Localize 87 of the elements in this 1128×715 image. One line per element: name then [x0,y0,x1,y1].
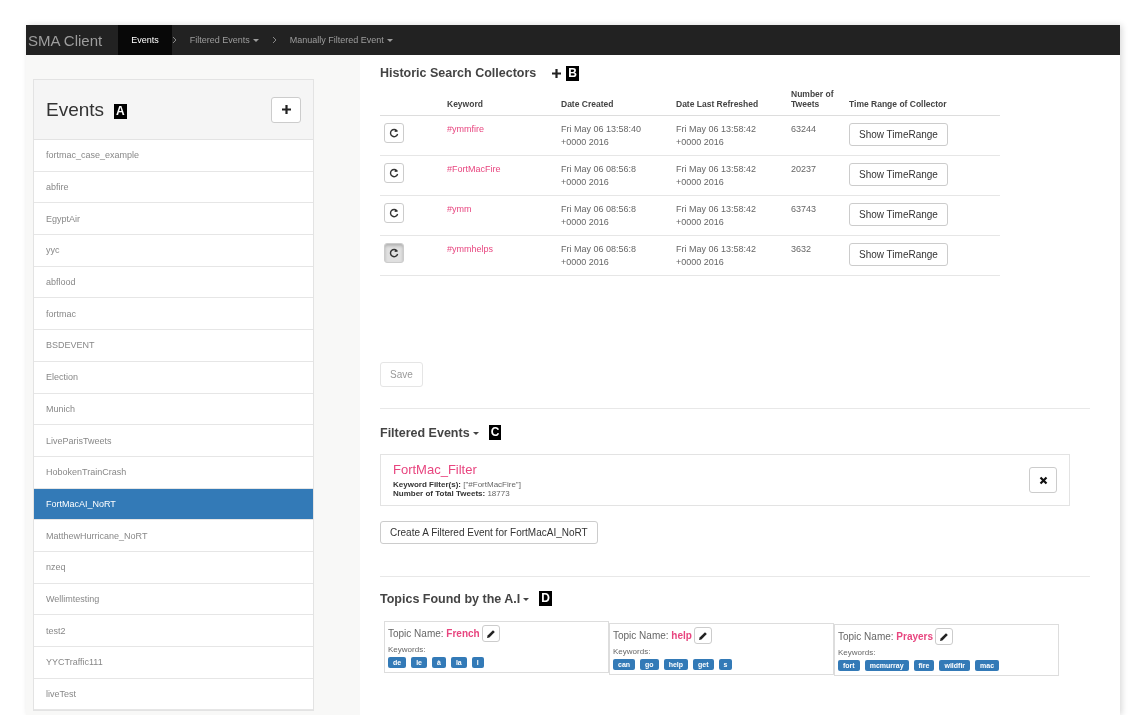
event-list-item[interactable]: fortmac [34,298,313,331]
table-cell-text: Fri May 06 13:58:40 +0000 2016 [561,123,643,149]
event-list-item[interactable]: abfire [34,171,313,204]
event-list-item[interactable]: nzeq [34,551,313,584]
keywords-label: Keywords: [838,648,877,657]
nav-tab[interactable]: Filtered Events [176,25,272,55]
plus-icon [280,104,292,115]
table-cell-text: Fri May 06 08:56:8 +0000 2016 [561,203,638,229]
keyword-link[interactable]: #ymm [447,204,472,214]
table-cell-text: Fri May 06 13:58:42 +0000 2016 [676,203,758,229]
close-icon [1038,475,1048,485]
section-title: Historic Search Collectors [380,66,537,80]
event-list-item[interactable]: yyc [34,235,313,267]
annotation-label: D [539,591,552,606]
keyword-link[interactable]: #ymmfire [447,124,484,134]
column-header: Keyword [447,99,483,109]
refresh-button[interactable] [384,123,404,143]
event-list-item[interactable]: liveTest [34,678,313,711]
refresh-icon [389,208,399,218]
column-header: Number of Tweets [791,89,834,109]
keywords-label: Keywords: [613,647,652,656]
table-cell: 63244 [791,124,817,134]
add-event-button[interactable] [271,96,301,123]
create-filtered-event-button[interactable]: Create A Filtered Event for FortMacAI_NoRT [380,521,598,544]
total-tweets-text: Number of Total Tweets: 18773 [393,489,511,498]
close-button[interactable] [1029,467,1057,493]
nav-tab[interactable]: Manually Filtered Event [276,25,406,55]
event-list-item[interactable]: test2 [34,615,313,647]
event-list-item[interactable]: HobokenTrainCrash [34,456,313,489]
show-timerange-button[interactable]: Show TimeRange [849,163,948,186]
event-list-item[interactable]: Wellimtesting [34,583,313,616]
event-list-item[interactable]: Election [34,361,313,394]
edit-button[interactable] [481,625,500,642]
plus-icon [550,67,562,79]
event-list-item[interactable]: abflood [34,266,313,299]
event-list-item[interactable]: MatthewHurricane_NoRT [34,520,313,552]
table-cell-text: Fri May 06 13:58:42 +0000 2016 [676,243,758,269]
refresh-button[interactable] [384,203,404,223]
annotation-label: B [566,65,579,81]
column-header: Date Last Refreshed [676,99,759,109]
event-list-item[interactable]: FortMacAI_NoRT [34,488,313,521]
save-button[interactable]: Save [380,362,423,387]
section-title[interactable]: Filtered Events [380,425,479,440]
panel-title: Events [46,98,105,120]
pencil-icon [697,630,708,641]
keyword-filter-text: Keyword Filter(s): ["#FortMacFire"] [393,480,521,489]
table-cell: 20237 [791,164,817,174]
table-cell-text: Fri May 06 13:58:42 +0000 2016 [676,163,758,189]
keywords-label: Keywords: [388,645,427,654]
keyword-link[interactable]: #FortMacFire [447,164,501,174]
table-cell-text: Fri May 06 13:58:42 +0000 2016 [676,123,758,149]
column-header: Date Created [561,99,614,109]
table-cell-text: Fri May 06 08:56:8 +0000 2016 [561,163,638,189]
keyword-link[interactable]: #ymmhelps [447,244,493,254]
event-list-item[interactable]: fortmac_case_example [34,140,313,172]
refresh-icon [389,168,399,178]
app-brand[interactable]: SMA Client [26,25,119,55]
section-title[interactable]: Topics Found by the A.I [380,591,530,606]
pencil-icon [485,628,496,639]
event-list-item[interactable]: Munich [34,393,313,426]
column-header: Time Range of Collector [849,99,947,109]
show-timerange-button[interactable]: Show TimeRange [849,123,948,146]
event-list-item[interactable]: EgyptAir [34,203,313,236]
annotation-label: C [488,425,502,440]
event-list-item[interactable]: YYCTraffic111 [34,647,313,679]
topic-name-text: Topic Name: help [613,630,692,641]
nav-tab[interactable]: Events [118,25,172,55]
topic-name-text: Topic Name: French [388,628,480,639]
chevron-icon [171,36,177,44]
refresh-icon [389,248,399,258]
refresh-button[interactable] [384,163,404,183]
topic-name-text: Topic Name: Prayers [838,631,934,642]
edit-button[interactable] [693,627,712,644]
pencil-icon [939,631,950,642]
show-timerange-button[interactable]: Show TimeRange [849,203,948,226]
chevron-icon [271,36,277,44]
annotation-label: A [114,103,127,119]
refresh-button[interactable] [384,243,404,263]
event-list-item[interactable]: LiveParisTweets [34,425,313,457]
show-timerange-button[interactable]: Show TimeRange [849,243,948,266]
refresh-icon [389,128,399,138]
filter-name-link[interactable]: FortMac_Filter [393,462,521,477]
edit-button[interactable] [935,628,954,645]
event-list-item[interactable]: BSDEVENT [34,330,313,362]
table-cell: 3632 [791,244,812,254]
table-cell-text: Fri May 06 08:56:8 +0000 2016 [561,243,638,269]
table-cell: 63743 [791,204,817,214]
